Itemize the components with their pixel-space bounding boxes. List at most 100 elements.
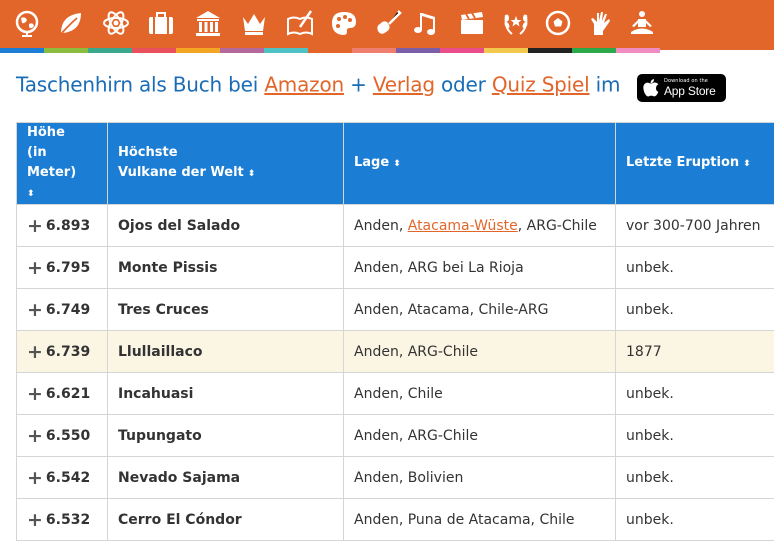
expand-plus-icon[interactable]: + bbox=[27, 425, 43, 447]
height-value: 6.893 bbox=[45, 217, 91, 234]
lage-text: Anden, ARG bei La Rioja bbox=[354, 259, 524, 276]
color-strip-segment bbox=[0, 48, 44, 53]
color-strip-segment bbox=[44, 48, 88, 53]
headline-oder: oder bbox=[441, 72, 486, 97]
volcano-name: Ojos del Salado bbox=[107, 204, 344, 247]
expand-plus-icon[interactable]: + bbox=[27, 215, 43, 237]
height-cell[interactable]: +6.749 bbox=[16, 288, 108, 331]
table-row[interactable]: +6.621 Incahuasi Anden, Chile unbek. bbox=[16, 372, 774, 415]
table-row[interactable]: +6.542 Nevado Sajama Anden, Bolivien unbek. bbox=[16, 456, 774, 499]
soccer-ball-icon[interactable] bbox=[542, 6, 574, 40]
color-strip-segment bbox=[132, 48, 176, 53]
height-value: 6.532 bbox=[45, 511, 91, 528]
header-name[interactable]: Höchste Vulkane der Welt ⬍ bbox=[107, 122, 344, 205]
meditation-icon[interactable] bbox=[626, 6, 658, 40]
leaf-icon[interactable] bbox=[55, 6, 87, 40]
color-strip-segment bbox=[264, 48, 308, 53]
lage-text: Anden, ARG-Chile bbox=[354, 343, 478, 360]
header-eruption[interactable]: Letzte Eruption ⬍ bbox=[615, 122, 774, 205]
guitar-icon[interactable] bbox=[372, 6, 404, 40]
header-name-line2: Vulkane der Welt bbox=[118, 165, 244, 180]
headline-im: im bbox=[595, 72, 621, 97]
clapperboard-icon[interactable] bbox=[456, 6, 488, 40]
atom-icon[interactable] bbox=[100, 6, 132, 40]
lage-link[interactable]: Atacama-Wüste bbox=[408, 218, 518, 234]
verlag-link[interactable]: Verlag bbox=[373, 73, 435, 97]
palette-icon[interactable] bbox=[328, 6, 360, 40]
height-value: 6.749 bbox=[45, 301, 91, 318]
expand-plus-icon[interactable]: + bbox=[27, 509, 43, 531]
header-name-line1: Höchste bbox=[118, 145, 178, 160]
lage-text: Anden, Atacama, Chile-ARG bbox=[354, 301, 549, 318]
hand-icon[interactable] bbox=[585, 6, 617, 40]
lage-text: Anden, Chile bbox=[354, 385, 443, 402]
color-strip-segment bbox=[396, 48, 440, 53]
apple-icon bbox=[643, 79, 659, 97]
table-row[interactable]: +6.739 Llullaillaco Anden, ARG-Chile 1877 bbox=[16, 330, 774, 373]
book-quill-icon[interactable] bbox=[284, 6, 316, 40]
lage-cell: Anden, Atacama-Wüste, ARG-Chile bbox=[343, 204, 616, 247]
globe-icon[interactable] bbox=[11, 6, 43, 40]
table-row[interactable]: +6.893 Ojos del Salado Anden, Atacama-Wüst… bbox=[16, 204, 774, 247]
eruption-cell: unbek. bbox=[615, 246, 774, 289]
expand-plus-icon[interactable]: + bbox=[27, 341, 43, 363]
headline-prefix: Taschenhirn als Buch bei bbox=[16, 72, 259, 97]
color-strip-segment bbox=[176, 48, 220, 53]
lage-text: Anden, bbox=[354, 217, 408, 234]
laurel-wreath-icon[interactable] bbox=[500, 6, 532, 40]
app-store-badge[interactable]: Download on the App Store bbox=[637, 74, 726, 102]
briefcase-icon[interactable] bbox=[145, 6, 177, 40]
header-lage-label: Lage bbox=[354, 155, 390, 170]
table-header-row: Höhe (in Meter) ⬍ Höchste Vulkane der We… bbox=[16, 122, 774, 205]
sort-icon: ⬍ bbox=[27, 189, 35, 199]
height-cell[interactable]: +6.893 bbox=[16, 204, 108, 247]
expand-plus-icon[interactable]: + bbox=[27, 467, 43, 489]
color-strip-segment bbox=[88, 48, 132, 53]
header-hoehe[interactable]: Höhe (in Meter) ⬍ bbox=[16, 122, 108, 205]
expand-plus-icon[interactable]: + bbox=[27, 383, 43, 405]
height-cell[interactable]: +6.542 bbox=[16, 456, 108, 499]
table-row[interactable]: +6.550 Tupungato Anden, ARG-Chile unbek. bbox=[16, 414, 774, 457]
crown-icon[interactable] bbox=[238, 6, 270, 40]
expand-plus-icon[interactable]: + bbox=[27, 257, 43, 279]
music-notes-icon[interactable] bbox=[410, 6, 442, 40]
table-row[interactable]: +6.795 Monte Pissis Anden, ARG bei La Rioj… bbox=[16, 246, 774, 289]
eruption-cell: unbek. bbox=[615, 372, 774, 415]
color-strip-segment bbox=[572, 48, 616, 53]
table-row[interactable]: +6.532 Cerro El Cóndor Anden, Puna de Atac… bbox=[16, 498, 774, 541]
height-value: 6.739 bbox=[45, 343, 91, 360]
height-cell[interactable]: +6.532 bbox=[16, 498, 108, 541]
height-cell[interactable]: +6.739 bbox=[16, 330, 108, 373]
headline-plus: + bbox=[350, 72, 367, 97]
height-value: 6.795 bbox=[45, 259, 91, 276]
table-row[interactable]: +6.749 Tres Cruces Anden, Atacama, Chile-A… bbox=[16, 288, 774, 331]
quiz-spiel-link[interactable]: Quiz Spiel bbox=[492, 73, 590, 97]
color-strip-segment bbox=[352, 48, 396, 53]
sort-icon: ⬍ bbox=[743, 159, 751, 169]
lage-text: Anden, ARG-Chile bbox=[354, 427, 478, 444]
eruption-cell: unbek. bbox=[615, 456, 774, 499]
book-promo-headline: Taschenhirn als Buch bei Amazon + Verlag… bbox=[16, 71, 766, 105]
header-lage[interactable]: Lage ⬍ bbox=[343, 122, 616, 205]
eruption-cell: 1877 bbox=[615, 330, 774, 373]
height-value: 6.550 bbox=[45, 427, 91, 444]
amazon-link[interactable]: Amazon bbox=[264, 73, 344, 97]
color-strip-segment bbox=[616, 48, 660, 53]
eruption-cell: unbek. bbox=[615, 414, 774, 457]
lage-cell: Anden, Atacama, Chile-ARG bbox=[343, 288, 616, 331]
top-navigation-bar bbox=[0, 0, 774, 53]
volcano-table: Höhe (in Meter) ⬍ Höchste Vulkane der We… bbox=[16, 122, 774, 541]
volcano-name: Incahuasi bbox=[107, 372, 344, 415]
height-cell[interactable]: +6.621 bbox=[16, 372, 108, 415]
lage-text: Anden, Puna de Atacama, Chile bbox=[354, 511, 575, 528]
lage-text: Anden, Bolivien bbox=[354, 469, 464, 486]
lage-cell: Anden, Puna de Atacama, Chile bbox=[343, 498, 616, 541]
volcano-name: Cerro El Cóndor bbox=[107, 498, 344, 541]
temple-icon[interactable] bbox=[192, 6, 224, 40]
color-strip-segment bbox=[528, 48, 572, 53]
height-value: 6.542 bbox=[45, 469, 91, 486]
volcano-name: Tupungato bbox=[107, 414, 344, 457]
height-cell[interactable]: +6.550 bbox=[16, 414, 108, 457]
expand-plus-icon[interactable]: + bbox=[27, 299, 43, 321]
height-cell[interactable]: +6.795 bbox=[16, 246, 108, 289]
